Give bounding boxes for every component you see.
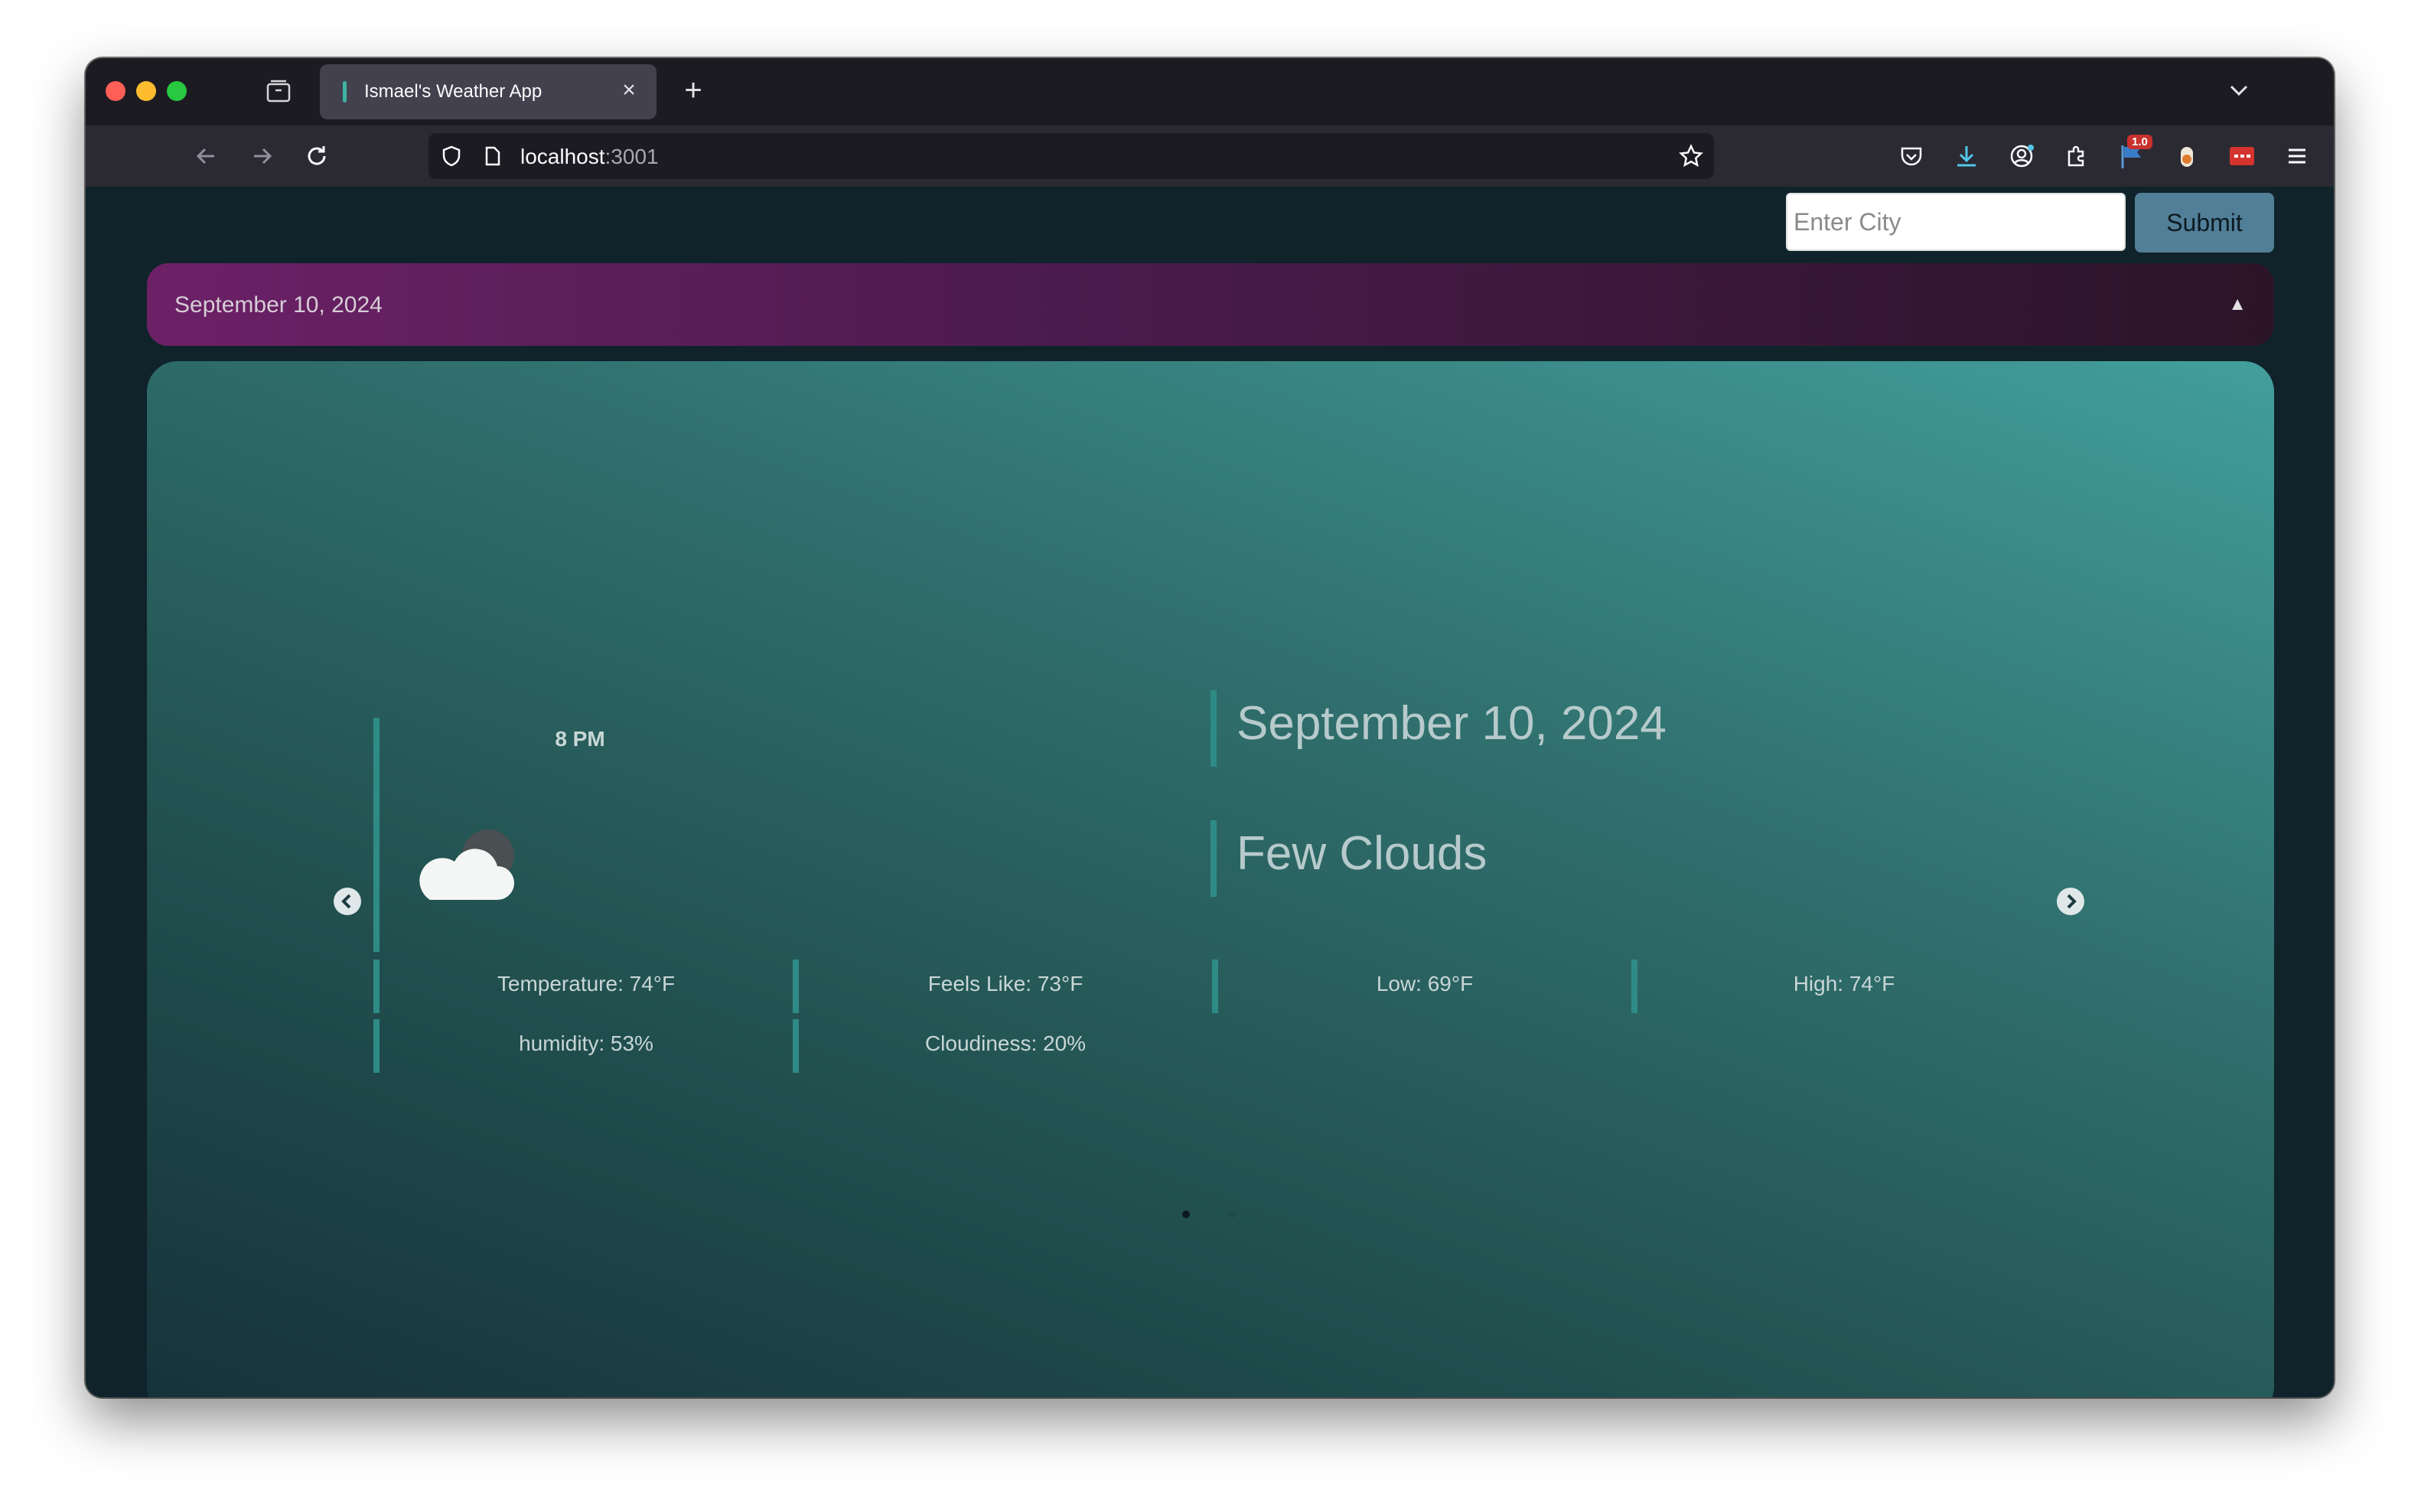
browser-toolbar: localhost:3001 1.0	[86, 125, 2334, 187]
close-tab-icon[interactable]: ×	[615, 77, 643, 104]
new-tab-icon[interactable]: +	[676, 73, 710, 107]
submit-button[interactable]: Submit	[2135, 193, 2274, 253]
stat-low-text: Low: 69°F	[1376, 972, 1474, 996]
pocket-icon[interactable]	[1896, 141, 1927, 171]
url-port: :3001	[604, 145, 659, 168]
back-arrow-icon[interactable]	[190, 139, 223, 173]
city-search-input[interactable]	[1786, 193, 2126, 251]
forward-arrow-icon[interactable]	[245, 139, 279, 173]
stat-feels-like-text: Feels Like: 73°F	[927, 972, 1083, 996]
extension-badge: 1.0	[2127, 135, 2152, 149]
carousel-dot-active[interactable]	[1182, 1211, 1190, 1218]
account-icon[interactable]	[2006, 141, 2037, 171]
stat-temperature-text: Temperature: 74°F	[497, 972, 676, 996]
minimize-window-button[interactable]	[136, 81, 156, 101]
stat-high-text: High: 74°F	[1793, 972, 1895, 996]
forecast-date: September 10, 2024	[1237, 697, 1667, 750]
date-heading-bar: September 10, 2024	[1210, 690, 1667, 767]
reload-icon[interactable]	[300, 139, 334, 173]
browser-titlebar: Ismael's Weather App × +	[86, 58, 2334, 125]
carousel-dot[interactable]	[1228, 1211, 1236, 1218]
stat-feels-like: Feels Like: 73°F	[793, 960, 1212, 1013]
browser-tab-active[interactable]: Ismael's Weather App ×	[320, 64, 657, 119]
stat-cloudiness-text: Cloudiness: 20%	[924, 1031, 1087, 1055]
time-column: 8 PM	[373, 718, 1189, 952]
chevron-down-icon[interactable]	[2224, 75, 2254, 106]
chevron-up-icon[interactable]: ▲	[2228, 294, 2247, 315]
stat-temperature: Temperature: 74°F	[373, 960, 793, 1013]
day-accordion-header[interactable]: September 10, 2024 ▲	[147, 263, 2274, 346]
menu-icon[interactable]	[2282, 141, 2312, 171]
bookmark-star-icon[interactable]	[1677, 142, 1705, 170]
stat-humidity: humidity: 53%	[373, 1019, 793, 1073]
maximize-window-button[interactable]	[167, 81, 187, 101]
forecast-slide: 8 PM September 10, 2024 Few Clouds Tempe…	[147, 361, 2274, 1397]
tab-title: Ismael's Weather App	[364, 81, 543, 102]
stat-humidity-text: humidity: 53%	[519, 1031, 653, 1055]
carousel-prev-button[interactable]	[334, 888, 361, 915]
accordion-date: September 10, 2024	[174, 292, 383, 318]
forecast-panel: 8 PM September 10, 2024 Few Clouds Tempe…	[147, 361, 2274, 1397]
extension-red-icon[interactable]	[2227, 141, 2257, 171]
tab-favicon-icon	[343, 81, 347, 103]
tracking-shield-icon[interactable]	[439, 144, 464, 168]
extensions-icon[interactable]	[2061, 141, 2092, 171]
carousel-next-button[interactable]	[2057, 888, 2084, 915]
chevron-right-icon	[2067, 894, 2077, 909]
condition-heading-bar: Few Clouds	[1210, 820, 1487, 897]
forecast-condition: Few Clouds	[1237, 827, 1487, 880]
browser-window: Ismael's Weather App × + localhost:3001 …	[86, 58, 2334, 1397]
downloads-icon[interactable]	[1951, 141, 1982, 171]
close-window-button[interactable]	[106, 81, 125, 101]
extension-bottle-icon[interactable]	[2172, 141, 2202, 171]
stat-high: High: 74°F	[1631, 960, 2051, 1013]
url-host: localhost	[520, 145, 605, 168]
few-clouds-night-icon	[413, 825, 522, 904]
tab-overview-icon[interactable]	[263, 77, 294, 107]
time-accent-bar	[373, 718, 380, 952]
extension-flag-icon[interactable]: 1.0	[2116, 135, 2152, 171]
url-text[interactable]: localhost:3001	[520, 145, 659, 169]
stat-cloudiness: Cloudiness: 20%	[793, 1019, 1212, 1073]
forecast-time: 8 PM	[555, 727, 605, 751]
page-info-icon[interactable]	[481, 145, 503, 168]
stat-low: Low: 69°F	[1212, 960, 1631, 1013]
page-content: Submit September 10, 2024 ▲ 8 PM	[86, 187, 2334, 1397]
chevron-left-icon	[341, 894, 351, 909]
address-bar[interactable]: localhost:3001	[428, 133, 1714, 179]
